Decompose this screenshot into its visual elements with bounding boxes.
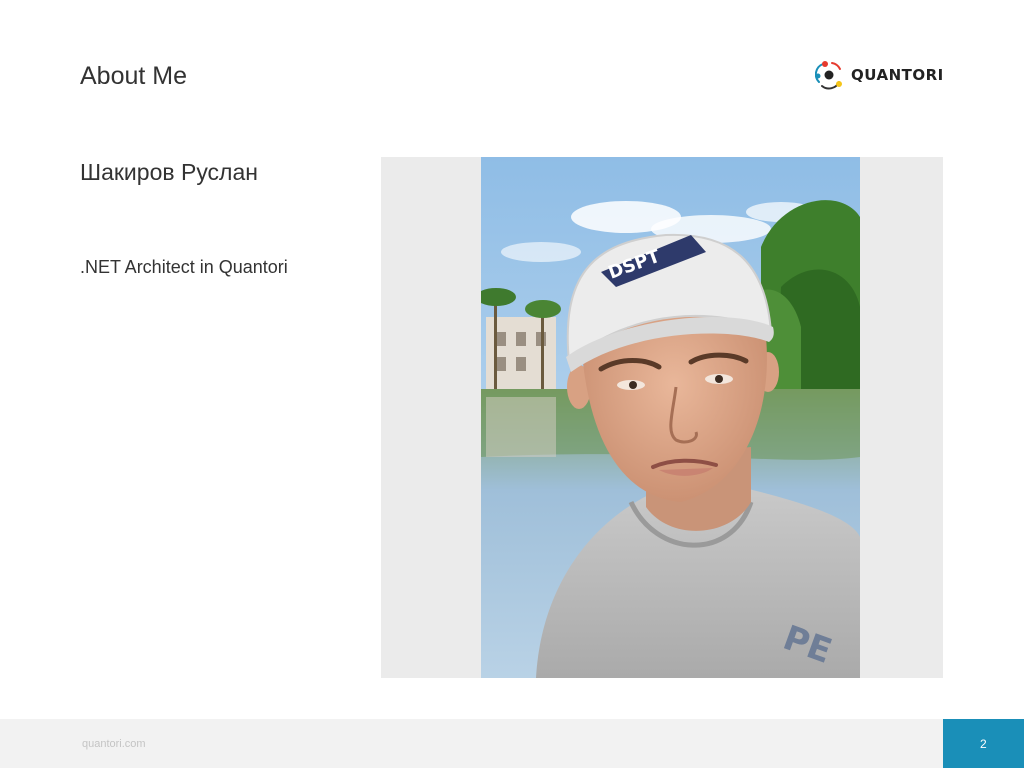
footer-site-link[interactable]: quantori.com (82, 738, 146, 750)
page-number-box: 2 (943, 719, 1024, 768)
quantori-logo: QUANTORI (815, 60, 944, 90)
person-role: .NET Architect in Quantori (80, 257, 288, 277)
person-name: Шакиров Руслан (80, 159, 258, 185)
photo-frame: PE DSPT (381, 157, 943, 678)
portrait-photo: PE DSPT (481, 157, 860, 678)
page-number: 2 (980, 737, 987, 751)
quantori-logo-icon (815, 61, 842, 90)
quantori-logo-text: QUANTORI (851, 66, 944, 84)
footer: quantori.com 2 (0, 719, 1024, 768)
slide-title: About Me (80, 62, 188, 90)
